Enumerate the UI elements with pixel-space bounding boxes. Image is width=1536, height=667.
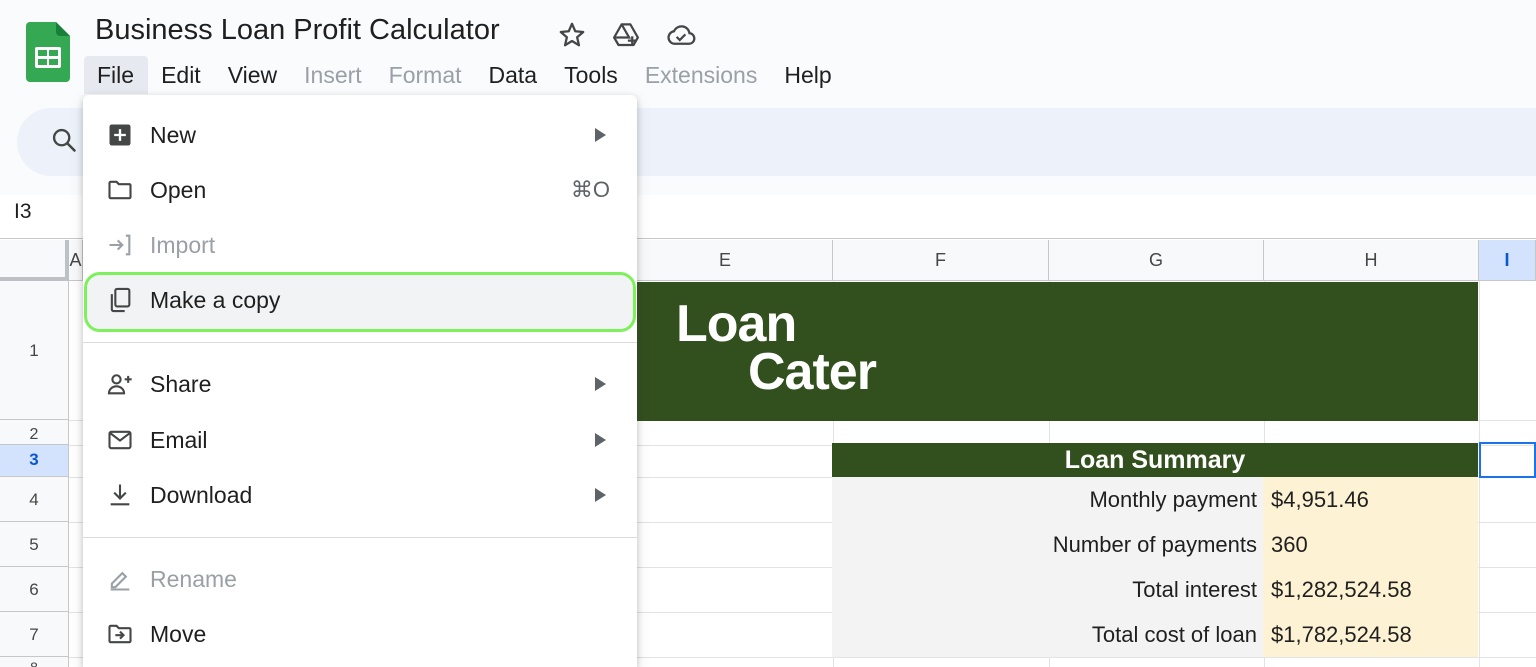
active-cell-i3[interactable] xyxy=(1479,442,1536,478)
download-icon xyxy=(110,484,130,506)
menu-extensions[interactable]: Extensions xyxy=(632,56,772,94)
menu-item-label: Share xyxy=(150,371,212,397)
menu-tools[interactable]: Tools xyxy=(551,56,632,94)
import-icon xyxy=(109,234,131,256)
keyboard-shortcut: ⌘O xyxy=(570,177,610,202)
summary-row: Total cost of loan $1,782,524.58 xyxy=(832,612,1478,657)
column-header-a[interactable]: A xyxy=(69,240,83,281)
menu-format[interactable]: Format xyxy=(376,56,476,94)
move-to-drive-icon[interactable] xyxy=(611,20,641,50)
menu-item-label: Import xyxy=(150,232,216,258)
new-spreadsheet-icon xyxy=(109,124,131,146)
menu-data[interactable]: Data xyxy=(476,56,552,94)
submenu-arrow-icon xyxy=(595,377,606,391)
summary-row: Monthly payment $4,951.46 xyxy=(832,477,1478,522)
file-menu-open[interactable]: Open ⌘O xyxy=(83,167,637,213)
row-header-7[interactable]: 7 xyxy=(0,612,69,657)
column-header-h[interactable]: H xyxy=(1264,240,1479,281)
summary-label[interactable]: Monthly payment xyxy=(832,477,1263,522)
copy-icon xyxy=(110,287,131,313)
search-icon[interactable] xyxy=(50,126,78,154)
file-menu-email[interactable]: Email xyxy=(83,417,637,463)
menu-item-label: Move xyxy=(150,621,207,647)
row-header-6[interactable]: 6 xyxy=(0,567,69,612)
summary-label[interactable]: Total interest xyxy=(832,567,1263,612)
column-header-g[interactable]: G xyxy=(1049,240,1264,281)
app-header: Business Loan Profit Calculator File Edi… xyxy=(0,0,1536,100)
summary-value[interactable]: $4,951.46 xyxy=(1263,477,1478,522)
submenu-arrow-icon xyxy=(595,128,606,142)
file-menu-dropdown: New Open ⌘O Import Make a copy Share Ema… xyxy=(83,95,637,667)
row-header-1[interactable]: 1 xyxy=(0,281,69,420)
row-header-5[interactable]: 5 xyxy=(0,522,69,567)
star-icon[interactable] xyxy=(557,20,587,50)
menu-separator xyxy=(83,537,637,538)
row-header-8[interactable]: 8 xyxy=(0,657,69,667)
mail-icon xyxy=(108,430,132,450)
summary-row: Number of payments 360 xyxy=(832,522,1478,567)
move-folder-icon xyxy=(108,624,132,644)
menu-item-label: Make a copy xyxy=(150,287,281,313)
select-all-corner[interactable] xyxy=(0,240,69,281)
file-menu-move[interactable]: Move xyxy=(83,611,637,657)
menu-help[interactable]: Help xyxy=(771,56,845,94)
loan-summary-title[interactable]: Loan Summary xyxy=(832,443,1478,477)
menu-item-label: Rename xyxy=(150,566,237,592)
file-menu-rename[interactable]: Rename xyxy=(83,556,637,602)
menu-view[interactable]: View xyxy=(215,56,291,94)
menu-item-label: Open xyxy=(150,177,207,203)
rename-icon xyxy=(110,571,130,591)
sheets-logo-icon[interactable] xyxy=(26,22,70,82)
row-header-4[interactable]: 4 xyxy=(0,477,69,522)
summary-label[interactable]: Total cost of loan xyxy=(832,612,1263,657)
summary-label[interactable]: Number of payments xyxy=(832,522,1263,567)
name-box[interactable]: I3 xyxy=(14,200,32,224)
summary-value[interactable]: $1,782,524.58 xyxy=(1263,612,1478,657)
row-header-2[interactable]: 2 xyxy=(0,420,69,445)
summary-value[interactable]: $1,282,524.58 xyxy=(1263,567,1478,612)
brand-logo-line2: Cater xyxy=(748,343,877,401)
submenu-arrow-icon xyxy=(595,433,606,447)
file-menu-new[interactable]: New xyxy=(83,112,637,158)
add-person-icon xyxy=(107,374,132,395)
summary-value[interactable]: 360 xyxy=(1263,522,1478,567)
menu-bar: File Edit View Insert Format Data Tools … xyxy=(84,56,846,94)
folder-icon xyxy=(108,180,132,200)
menu-separator xyxy=(83,342,637,343)
document-title[interactable]: Business Loan Profit Calculator xyxy=(95,14,500,47)
menu-item-label: Email xyxy=(150,427,208,453)
menu-edit[interactable]: Edit xyxy=(148,56,215,94)
menu-item-label: Download xyxy=(150,482,253,508)
brand-logo: Loan Cater xyxy=(676,298,877,401)
file-menu-share[interactable]: Share xyxy=(83,361,637,407)
column-header-i[interactable]: I xyxy=(1479,240,1536,281)
column-header-e[interactable]: E xyxy=(617,240,833,281)
cloud-saved-icon[interactable] xyxy=(666,20,696,50)
menu-file[interactable]: File xyxy=(84,56,149,94)
menu-insert[interactable]: Insert xyxy=(291,56,376,94)
row-header-3[interactable]: 3 xyxy=(0,445,69,477)
file-menu-import[interactable]: Import xyxy=(83,222,637,268)
file-menu-make-a-copy[interactable]: Make a copy xyxy=(83,277,637,323)
summary-row: Total interest $1,282,524.58 xyxy=(832,567,1478,612)
menu-item-label: New xyxy=(150,122,197,148)
column-header-f[interactable]: F xyxy=(833,240,1049,281)
submenu-arrow-icon xyxy=(595,488,606,502)
file-menu-download[interactable]: Download xyxy=(83,472,637,518)
